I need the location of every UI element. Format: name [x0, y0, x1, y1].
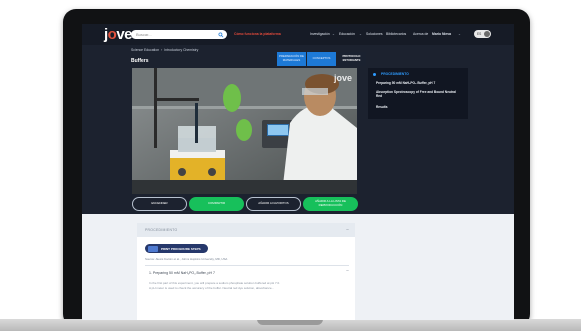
tab-materials[interactable]: PREPARACIÓN DE MATERIALES [277, 52, 306, 66]
add-favorites-button[interactable]: AÑADIR A FAVORITOS [246, 197, 301, 211]
sidebar-item-absorption[interactable]: Absorption Spectroscopy of Free and Boun… [376, 90, 461, 99]
collapse-icon[interactable]: − [346, 227, 349, 233]
add-playlist-button[interactable]: AÑADIR A LA LISTA DE REPRODUCCIÓN [303, 197, 358, 211]
procedure-header[interactable]: PROCEDIMIENTO − [137, 223, 355, 237]
search-icon[interactable] [218, 31, 224, 38]
breadcrumb-separator: › [161, 48, 163, 52]
source-citation: Source: Alexis Kocsin et al., Johns Hopk… [145, 257, 228, 261]
nav-item-education[interactable]: Educación [339, 31, 355, 37]
nav-item-user[interactable]: Mario Nieva [432, 31, 451, 37]
nav-item-solutions[interactable]: Soluciones [366, 31, 383, 37]
tab-concepts[interactable]: CONCEPTOS [307, 52, 336, 66]
video-player[interactable]: jove [132, 68, 357, 194]
chevron-down-icon[interactable]: ⌄ [359, 31, 362, 37]
nav-item-how-it-works[interactable]: Cómo funciona la plataforma [234, 31, 281, 37]
step-text: In the first part of this experiment, yo… [149, 281, 345, 290]
language-toggle[interactable]: ES [474, 30, 491, 38]
procedure-header-label: PROCEDIMIENTO [145, 228, 178, 232]
action-bar: ENCENDER COMPARTIR AÑADIR A FAVORITOS AÑ… [132, 197, 358, 211]
nav-item-librarians[interactable]: Bibliotecarios [386, 31, 406, 37]
search-box[interactable] [131, 30, 227, 39]
share-button[interactable]: COMPARTIR [189, 197, 244, 211]
print-steps-label: PRINT PROCEDURE STEPS [161, 246, 201, 251]
nav-item-about[interactable]: Acerca de [413, 31, 428, 37]
nav-item-research[interactable]: Investigación [310, 31, 330, 37]
page-title: Buffers [131, 58, 149, 64]
step-title[interactable]: 1. Preparing 50 mM NaH₂PO₄ Buffer, pH 7 [149, 271, 215, 275]
content-tabs: PREPARACIÓN DE MATERIALES CONCEPTOS PROT… [277, 52, 367, 66]
procedure-section: PROCEDIMIENTO − PRINT PROCEDURE STEPS So… [82, 214, 514, 320]
navbar: jove Cómo funciona la plataforma Investi… [82, 24, 514, 45]
breadcrumb-item[interactable]: Science Education [131, 48, 159, 52]
divider [145, 265, 349, 266]
toggle-knob [484, 31, 490, 37]
chevron-down-icon[interactable]: ⌄ [458, 31, 461, 37]
procedure-sidebar: PROCEDIMIENTO Preparing 50 mM NaH₂PO₄ Bu… [368, 68, 468, 119]
sidebar-heading[interactable]: PROCEDIMIENTO [381, 72, 409, 76]
language-label: ES [477, 32, 482, 36]
print-steps-button[interactable]: PRINT PROCEDURE STEPS [145, 244, 208, 253]
sidebar-item-results[interactable]: Results [376, 105, 461, 109]
jove-logo[interactable]: jove [104, 26, 133, 43]
step-text-line: A pH meter is used to check the accuracy… [149, 285, 275, 290]
sidebar-item-buffer-prep[interactable]: Preparing 50 mM NaH₂PO₄ Buffer, pH 7 [376, 81, 461, 85]
chevron-down-icon[interactable]: ⌄ [332, 31, 335, 37]
procedure-card: PROCEDIMIENTO − PRINT PROCEDURE STEPS So… [137, 223, 355, 320]
print-icon [148, 245, 158, 252]
tab-student-protocol[interactable]: PROTOCOLO ESTUDIANTE [337, 52, 366, 66]
breadcrumb: Science Education › Introductory Chemistry [131, 48, 198, 52]
jove-watermark: jove [333, 73, 352, 83]
lab-scene-image [132, 68, 357, 194]
search-input[interactable] [131, 30, 216, 39]
screen: jove Cómo funciona la plataforma Investi… [82, 24, 514, 320]
turn-on-button[interactable]: ENCENDER [132, 197, 187, 211]
bullet-icon [373, 73, 376, 76]
collapse-icon[interactable]: − [346, 268, 349, 274]
breadcrumb-item[interactable]: Introductory Chemistry [164, 48, 198, 52]
